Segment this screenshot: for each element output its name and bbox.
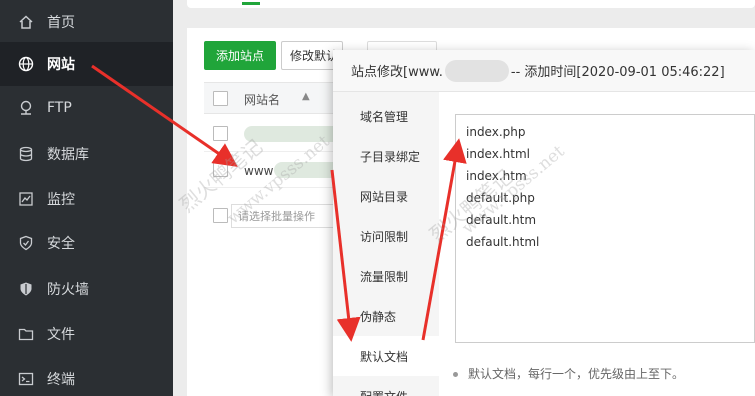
batch-operation-select[interactable]: 请选择批量操作 xyxy=(231,204,341,228)
doc-line: default.php xyxy=(466,191,535,205)
menu-item-config-file[interactable]: 配置文件 xyxy=(333,376,439,396)
doc-line: default.htm xyxy=(466,213,537,227)
select-all-checkbox[interactable] xyxy=(213,91,228,106)
doc-line: index.htm xyxy=(466,169,527,183)
sidebar-item-monitor[interactable]: 监控 xyxy=(0,177,173,221)
table-row[interactable] xyxy=(204,116,354,152)
sort-up-icon[interactable]: ▲ xyxy=(302,91,310,102)
row-checkbox[interactable] xyxy=(213,162,228,177)
menu-item-access-limit[interactable]: 访问限制 xyxy=(333,216,439,256)
menu-item-default-document[interactable]: 默认文档 xyxy=(333,336,439,376)
hint-text: 默认文档，每行一个，优先级由上至下。 xyxy=(468,367,685,381)
sidebar-item-terminal[interactable]: 终端 xyxy=(0,357,173,396)
dialog-title-prefix: 站点修改[www. xyxy=(351,65,443,80)
sidebar-item-label: 首页 xyxy=(47,15,75,31)
menu-item-domain[interactable]: 域名管理 xyxy=(333,96,439,136)
sidebar-item-database[interactable]: 数据库 xyxy=(0,132,173,176)
globe-icon xyxy=(18,56,34,72)
menu-item-site-directory[interactable]: 网站目录 xyxy=(333,176,439,216)
ftp-icon xyxy=(18,100,34,116)
sidebar-item-label: 文件 xyxy=(47,327,75,343)
monitor-icon xyxy=(18,191,34,207)
sidebar-item-label: 网站 xyxy=(47,57,75,73)
doc-line: index.html xyxy=(466,147,530,161)
site-name-link[interactable]: www xyxy=(244,164,273,178)
dialog-side-menu: 域名管理 子目录绑定 网站目录 访问限制 流量限制 伪静态 默认文档 配置文件 xyxy=(333,92,439,396)
default-document-textarea[interactable]: index.php index.html index.htm default.p… xyxy=(455,114,755,343)
top-card xyxy=(187,0,755,8)
sidebar-item-firewall[interactable]: 防火墙 xyxy=(0,267,173,311)
table-row[interactable]: www xyxy=(204,152,354,188)
batch-checkbox[interactable] xyxy=(213,208,228,223)
home-icon xyxy=(18,14,34,30)
sidebar-item-ftp[interactable]: FTP xyxy=(0,86,173,130)
firewall-icon xyxy=(18,281,34,297)
sidebar-item-label: 数据库 xyxy=(47,147,89,163)
shield-icon xyxy=(18,235,34,251)
database-icon xyxy=(18,146,34,162)
doc-line: index.php xyxy=(466,125,526,139)
dialog-title: 站点修改[www. -- 添加时间[2020-09-01 05:46:22] xyxy=(333,50,755,92)
table-header: 网站名 ▲ xyxy=(204,82,354,114)
sidebar-item-security[interactable]: 安全 xyxy=(0,221,173,265)
sidebar-item-website[interactable]: 网站 xyxy=(0,42,173,86)
default-document-hint: 默认文档，每行一个，优先级由上至下。 xyxy=(453,365,684,382)
sidebar-item-files[interactable]: 文件 xyxy=(0,312,173,356)
sidebar-item-home[interactable]: 首页 xyxy=(0,0,173,44)
column-site-name[interactable]: 网站名 xyxy=(244,91,280,108)
row-checkbox[interactable] xyxy=(213,126,228,141)
menu-item-traffic-limit[interactable]: 流量限制 xyxy=(333,256,439,296)
sidebar-item-label: 安全 xyxy=(47,236,75,252)
sidebar-item-label: 监控 xyxy=(47,192,75,208)
sidebar-item-label: 终端 xyxy=(47,372,75,388)
folder-icon xyxy=(18,326,34,342)
sidebar: 首页 网站 FTP 数据库 监控 安全 防火墙 文件 终端 xyxy=(0,0,173,396)
active-tab-indicator xyxy=(242,2,260,5)
doc-line: default.html xyxy=(466,235,540,249)
menu-item-subdir-binding[interactable]: 子目录绑定 xyxy=(333,136,439,176)
terminal-icon xyxy=(18,371,34,387)
menu-item-rewrite[interactable]: 伪静态 xyxy=(333,296,439,336)
add-site-button[interactable]: 添加站点 xyxy=(204,41,276,70)
dialog-title-suffix: -- 添加时间[2020-09-01 05:46:22] xyxy=(510,65,725,80)
sidebar-item-label: 防火墙 xyxy=(47,282,89,298)
bullet-icon xyxy=(453,372,458,377)
site-modify-dialog: 站点修改[www. -- 添加时间[2020-09-01 05:46:22] 域… xyxy=(333,50,755,396)
redacted-domain xyxy=(444,59,509,82)
redacted-site-name xyxy=(244,126,344,142)
sidebar-item-label: FTP xyxy=(47,100,72,116)
